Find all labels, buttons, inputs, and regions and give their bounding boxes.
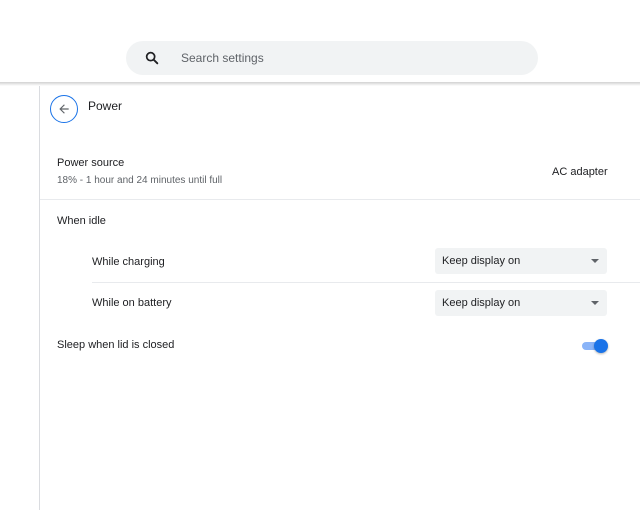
while-on-battery-select[interactable]: Keep display on [435,290,607,316]
search-icon [145,51,159,65]
power-source-label: Power source [57,157,125,169]
dropdown-arrow-icon [591,259,599,263]
while-on-battery-label: While on battery [92,297,172,309]
divider [40,199,640,200]
power-source-value: AC adapter [552,166,608,178]
when-idle-label: When idle [57,215,106,227]
sleep-lid-label: Sleep when lid is closed [57,339,175,351]
sleep-lid-toggle[interactable] [580,339,608,353]
while-on-battery-value: Keep display on [442,297,521,309]
divider [92,282,640,283]
settings-header: Search settings [0,0,640,82]
search-input[interactable]: Search settings [181,51,264,65]
dropdown-arrow-icon [591,301,599,305]
while-charging-label: While charging [92,256,165,268]
while-charging-select[interactable]: Keep display on [435,248,607,274]
power-page: Power Power source 18% - 1 hour and 24 m… [40,86,640,510]
page-title: Power [88,99,123,113]
arrow-back-icon [59,104,69,114]
battery-status-text: 18% - 1 hour and 24 minutes until full [57,175,223,186]
while-charging-value: Keep display on [442,255,521,267]
search-box[interactable]: Search settings [126,41,538,75]
toggle-knob [594,339,608,353]
back-button[interactable] [50,95,78,123]
